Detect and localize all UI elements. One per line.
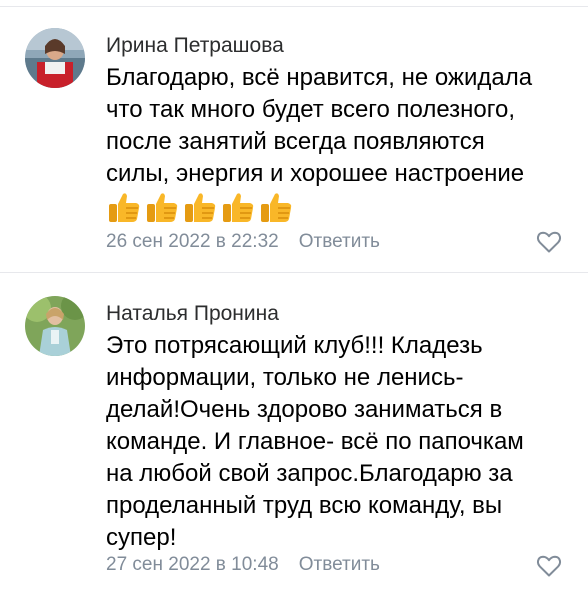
comment-text-line: силы, энергия и хорошее настроение bbox=[106, 160, 525, 187]
top-divider bbox=[0, 0, 588, 7]
comment-text: Благодарю, всё нравится, не ожидала что … bbox=[106, 62, 566, 190]
comment-date[interactable]: 27 сен 2022 в 10:48 bbox=[106, 554, 279, 576]
comment-text-line: информации, только не ленись- bbox=[106, 364, 464, 391]
reply-button[interactable]: Ответить bbox=[299, 554, 380, 576]
heart-outline-icon[interactable] bbox=[536, 554, 562, 578]
comment-text-line: проделанный труд всю команду, вы bbox=[106, 492, 503, 519]
comment-text-line: что так много будет всего полезного, bbox=[106, 96, 516, 123]
reply-button[interactable]: Ответить bbox=[299, 231, 380, 253]
comment-meta: 26 сен 2022 в 22:32 Ответить bbox=[106, 231, 380, 253]
comment-text: Это потрясающий клуб!!! Кладезь информац… bbox=[106, 330, 566, 554]
comment-author[interactable]: Наталья Пронина bbox=[106, 302, 279, 326]
comment-text-line: после занятий всегда появляются bbox=[106, 128, 485, 155]
comment: Наталья Пронина Это потрясающий клуб!!! … bbox=[0, 292, 588, 592]
thumbs-up-icon bbox=[109, 193, 140, 222]
heart-outline-icon[interactable] bbox=[536, 230, 562, 254]
comment-author[interactable]: Ирина Петрашова bbox=[106, 34, 284, 58]
thumbs-up-icon bbox=[261, 193, 292, 222]
comment-text-line: Благодарю, всё нравится, не ожидала bbox=[106, 64, 533, 91]
comment-text-line: на любой свой запрос.Благодарю за bbox=[106, 460, 513, 487]
comment-meta: 27 сен 2022 в 10:48 Ответить bbox=[106, 554, 380, 576]
avatar[interactable] bbox=[25, 28, 85, 88]
thumbs-up-icon bbox=[185, 193, 216, 222]
comment-divider bbox=[0, 272, 588, 273]
comment: Ирина Петрашова Благодарю, всё нравится,… bbox=[0, 24, 588, 272]
comment-text-line: команде. И главное- всё по папочкам bbox=[106, 428, 524, 455]
emoji-row bbox=[106, 190, 294, 224]
thumbs-up-icon bbox=[147, 193, 178, 222]
comment-date[interactable]: 26 сен 2022 в 22:32 bbox=[106, 231, 279, 253]
comment-text-line: делай!Очень здорово заниматься в bbox=[106, 396, 503, 423]
avatar[interactable] bbox=[25, 296, 85, 356]
comment-text-line: Это потрясающий клуб!!! Кладезь bbox=[106, 332, 483, 359]
comment-text-line: супер! bbox=[106, 524, 177, 551]
thumbs-up-icon bbox=[223, 193, 254, 222]
